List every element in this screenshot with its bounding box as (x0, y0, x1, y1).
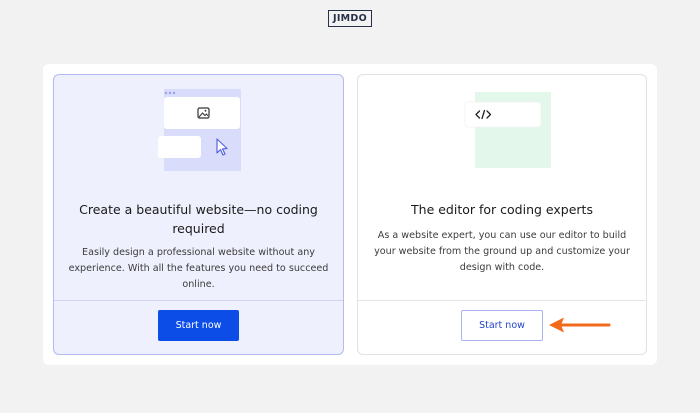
card-no-coding[interactable]: Create a beautiful website—no coding req… (53, 74, 344, 355)
no-coding-illustration (158, 89, 241, 171)
start-now-button[interactable]: Start now (158, 310, 239, 341)
card-description: Easily design a professional website wit… (68, 247, 329, 290)
arrow-left-icon (549, 317, 611, 333)
jimdo-logo: JIMDO (328, 10, 372, 27)
start-now-button[interactable]: Start now (461, 310, 543, 341)
coding-illustration (464, 92, 551, 168)
card-title: Create a beautiful website—no coding req… (79, 202, 318, 236)
card-title: The editor for coding experts (411, 202, 593, 217)
window-dots-icon (164, 91, 168, 95)
card-description: As a website expert, you can use our edi… (374, 230, 630, 273)
card-coding-experts[interactable]: The editor for coding experts As a websi… (357, 74, 647, 355)
card-footer: Start now (54, 300, 343, 354)
